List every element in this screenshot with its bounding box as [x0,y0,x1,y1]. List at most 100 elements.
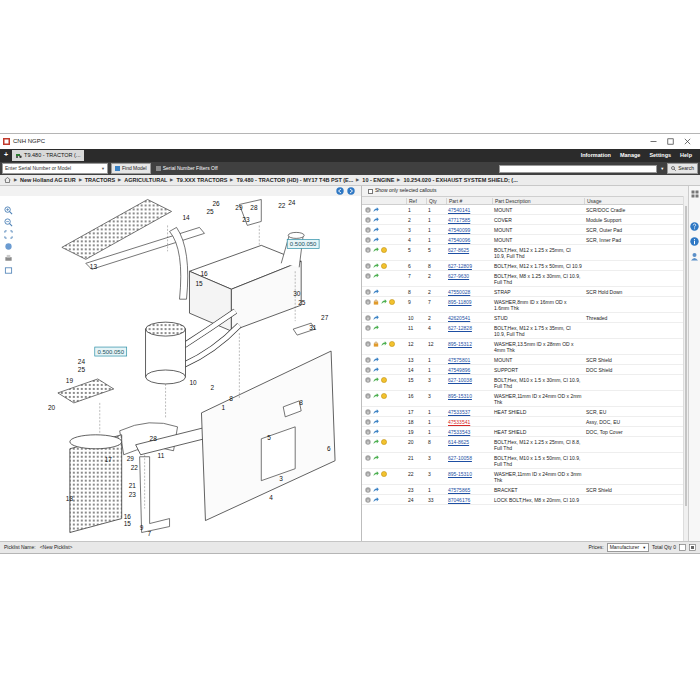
table-row[interactable]: 4147540096MOUNTSCR, Inner Pad [362,235,683,245]
home-icon[interactable] [4,177,11,183]
info-icon[interactable] [365,367,371,373]
callout-number[interactable]: 15 [124,520,132,527]
table-row[interactable]: 10242620541STUDThreaded [362,313,683,323]
minimize-icon[interactable] [650,138,657,145]
table-row[interactable]: 19147533543HEAT SHIELDDOC, Top Cover [362,427,683,437]
info-icon[interactable] [365,325,371,331]
callout-number[interactable]: 8 [299,399,303,406]
part-number-link[interactable]: 895-15310 [446,471,492,477]
picklist-name[interactable]: <New Picklist> [40,544,73,552]
callout-number[interactable]: 22 [131,464,139,471]
info-icon[interactable] [365,471,371,477]
table-row[interactable]: 17147533537HEAT SHIELDSCR, EU [362,407,683,417]
part-number-link[interactable]: 627-8625 [446,247,492,253]
part-number-link[interactable]: 47533543 [446,429,492,435]
link-arrow-icon[interactable] [373,207,379,213]
link-arrow-icon[interactable] [373,419,379,425]
callout-number[interactable]: 31 [309,324,317,331]
menu-item[interactable]: Manage [620,151,640,159]
part-number-link[interactable]: 87046176 [446,497,492,503]
table-row[interactable]: 223895-15310WASHER,11mm ID x 24mm OD x 3… [362,469,683,485]
table-row[interactable]: 72627-9630BOLT,Hex, M8 x 1.25 x 30mm, Cl… [362,271,683,287]
part-number-link[interactable]: 614-8625 [446,439,492,445]
section-reference-box[interactable]: 0.500.050 [95,347,127,356]
alternate-arrow-icon[interactable] [381,341,387,347]
callout-number[interactable]: 25 [78,366,86,373]
link-arrow-icon[interactable] [373,409,379,415]
link-arrow-icon[interactable] [373,497,379,503]
callout-number[interactable]: 10 [189,379,197,386]
table-row[interactable]: 114627-12828BOLT,Hex, M12 x 1.75 x 35mm,… [362,323,683,339]
part-number-link[interactable]: 47540141 [446,207,492,213]
info-icon[interactable] [365,409,371,415]
lock-icon[interactable] [373,341,379,347]
part-number-link[interactable]: 47717585 [446,217,492,223]
part-number-link[interactable]: 47540099 [446,227,492,233]
search-button[interactable]: Search [667,163,698,175]
section-reference-box[interactable]: 0.500.050 [287,239,319,248]
table-row[interactable]: 1147540141MOUNTSCR/DOC Cradle [362,205,683,215]
info-icon[interactable] [365,487,371,493]
callout-number[interactable]: 28 [250,204,258,211]
callout-number[interactable]: 9 [140,524,144,531]
lock-icon[interactable] [373,299,379,305]
alternate-arrow-icon[interactable] [373,263,379,269]
part-number-link[interactable]: 627-12828 [446,325,492,331]
info-icon[interactable] [365,289,371,295]
table-row[interactable]: 208614-8625BOLT,Hex, M12 x 1.25 x 25mm, … [362,437,683,453]
note-icon[interactable] [381,247,387,253]
column-header[interactable]: Part # [446,198,492,204]
callout-number[interactable]: 18 [66,495,74,502]
part-number-link[interactable]: 895-15312 [446,341,492,347]
table-row[interactable]: 8247550028STRAPSCR Hold Down [362,287,683,297]
breadcrumb-item[interactable]: 10.254.020 - EXHAUST SYSTEM SHIELD; (... [403,176,517,184]
breadcrumb-item[interactable]: TRACTORS [85,176,115,184]
callout-number[interactable]: 5 [267,434,271,441]
callout-number[interactable]: 3 [279,475,283,482]
table-row[interactable]: 2147717585COVERModule Support [362,215,683,225]
part-number-link[interactable]: 47540096 [446,237,492,243]
info-icon[interactable] [365,263,371,269]
select-icon[interactable] [4,266,13,275]
link-arrow-icon[interactable] [373,367,379,373]
info-icon[interactable] [365,207,371,213]
note-icon[interactable] [381,471,387,477]
link-arrow-icon[interactable] [373,217,379,223]
breadcrumb-item[interactable]: T9.XXX TRACTORS [176,176,227,184]
callout-number[interactable]: 25 [206,208,214,215]
note-icon[interactable] [389,341,395,347]
grid-icon[interactable] [691,190,699,198]
column-header[interactable]: Qty [426,198,446,204]
callout-number[interactable]: 20 [48,404,56,411]
info-icon[interactable] [365,217,371,223]
part-number-link[interactable]: 895-11809 [446,299,492,305]
part-number-link[interactable]: 47533537 [446,409,492,415]
close-icon[interactable] [684,138,691,145]
table-row[interactable]: 1212895-15312WASHER,13.5mm ID x 28mm OD … [362,339,683,355]
info-icon[interactable] [365,429,371,435]
info-icon[interactable] [365,497,371,503]
part-number-link[interactable]: 47549896 [446,367,492,373]
menu-item[interactable]: Help [680,151,692,159]
callout-number[interactable]: 25 [298,299,306,306]
info-icon[interactable] [365,357,371,363]
callout-number[interactable]: 19 [66,377,74,384]
callout-number[interactable]: 22 [278,202,286,209]
alternate-arrow-icon[interactable] [373,439,379,445]
callout-number[interactable]: 1 [221,404,225,411]
info-icon[interactable] [365,237,371,243]
breadcrumb-item[interactable]: New Holland AG EUR [20,176,76,184]
callout-number[interactable]: 24 [288,199,296,206]
info-icon[interactable] [365,247,371,253]
callout-number[interactable]: 15 [195,280,203,287]
link-arrow-icon[interactable] [373,487,379,493]
find-model-button[interactable]: Find Model [111,163,151,175]
picklist-export-icon[interactable] [679,544,686,551]
callout-number[interactable]: 29 [127,455,135,462]
alternate-arrow-icon[interactable] [373,377,379,383]
table-row[interactable]: 55627-8625BOLT,Hex, M12 x 1.25 x 25mm, C… [362,245,683,261]
table-row[interactable]: 163895-15310WASHER,11mm ID x 24mm OD x 2… [362,391,683,407]
alternate-arrow-icon[interactable] [373,455,379,461]
callout-number[interactable]: 14 [183,214,191,221]
callout-number[interactable]: 30 [293,290,301,297]
